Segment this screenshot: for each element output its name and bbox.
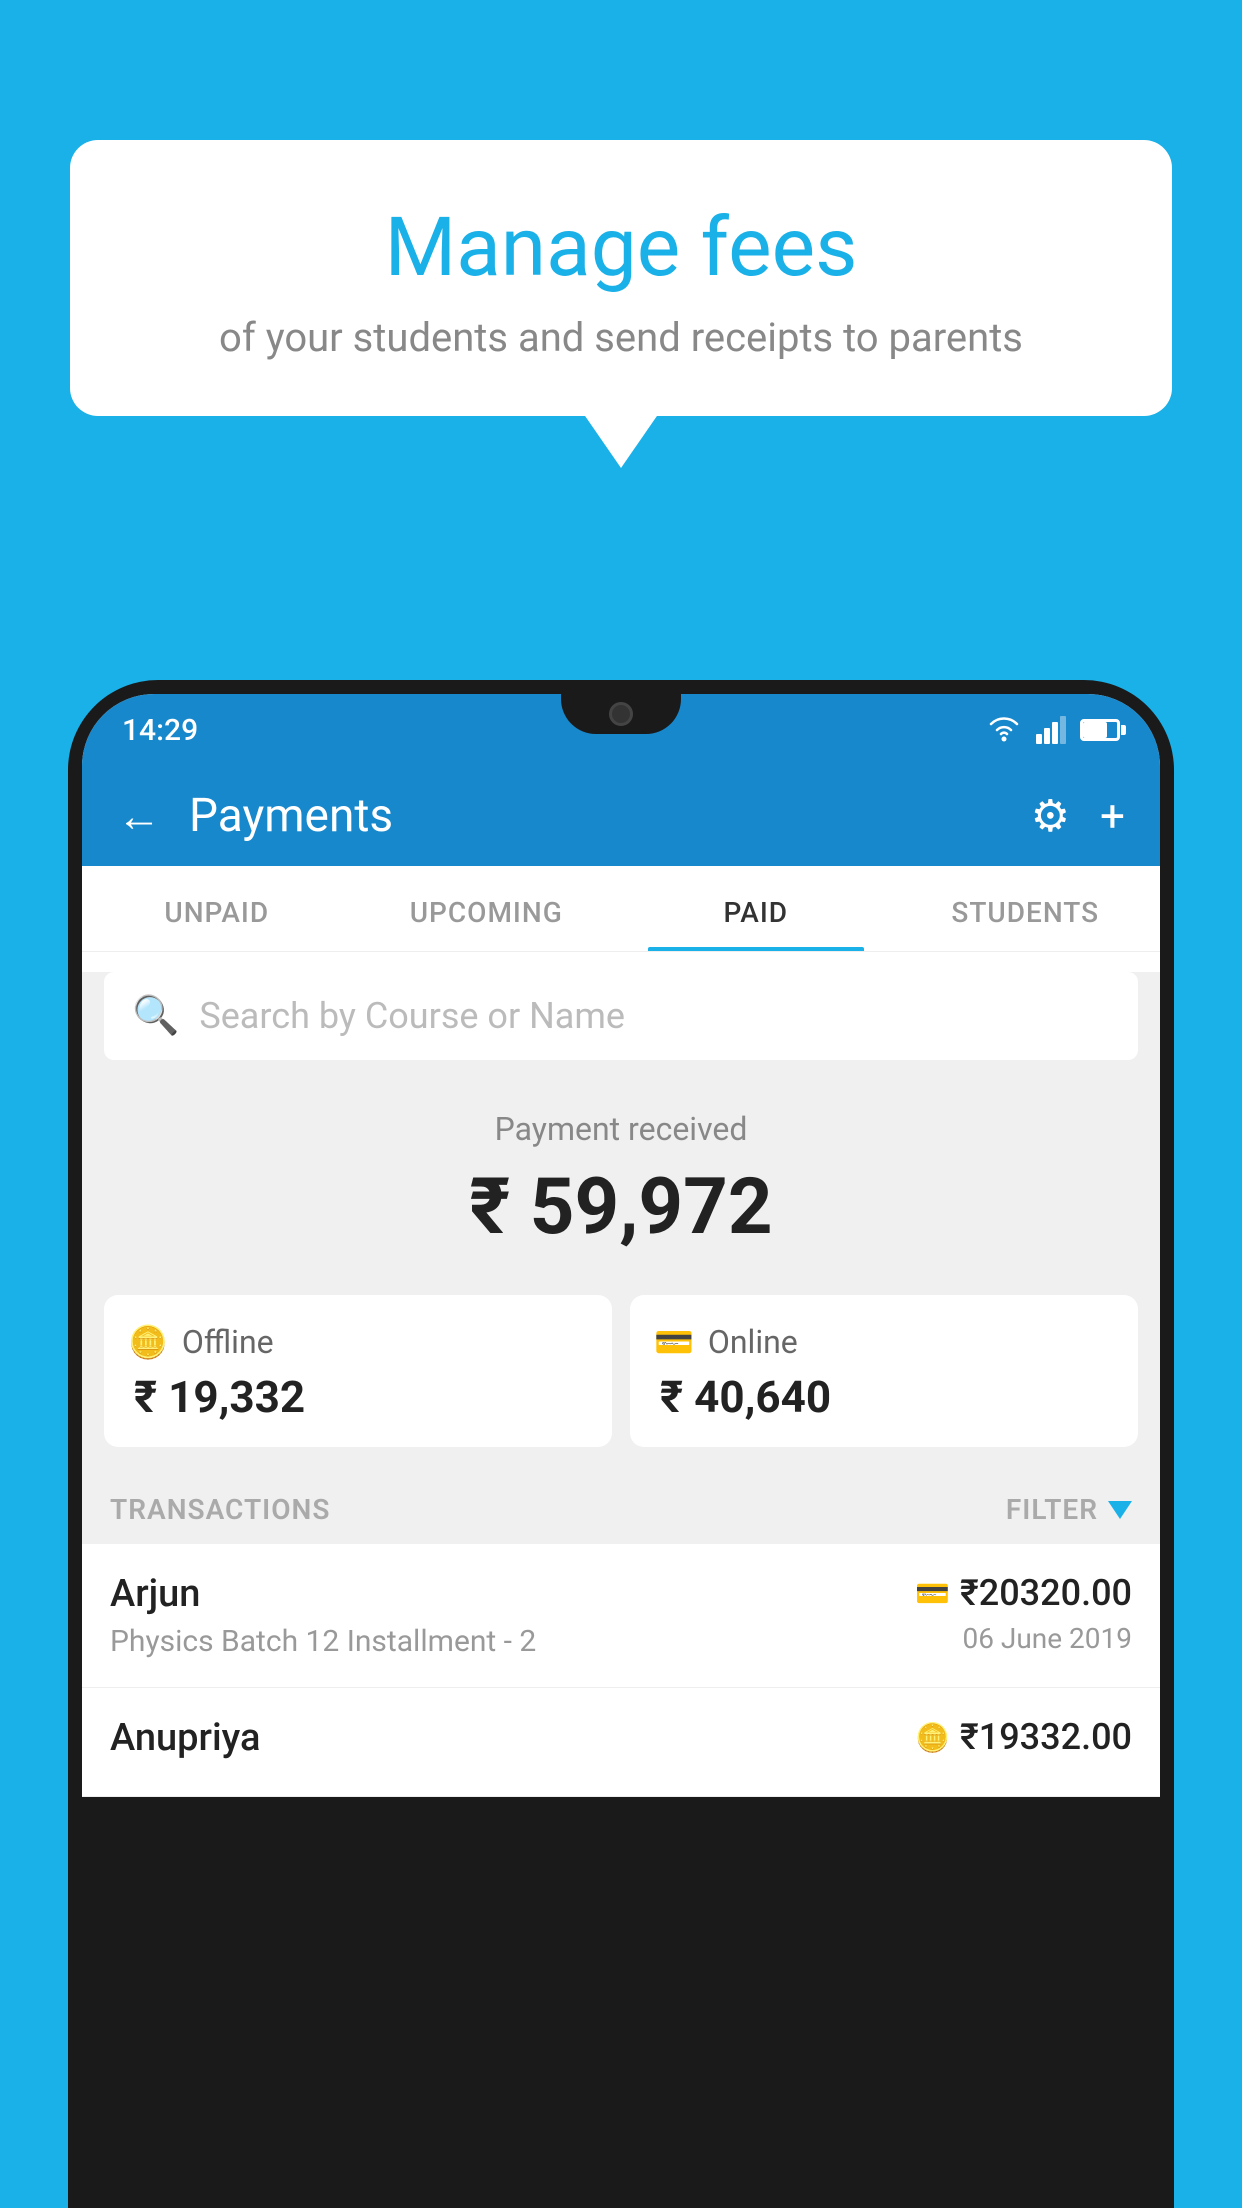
transaction-item[interactable]: Arjun Physics Batch 12 Installment - 2 💳… [82, 1544, 1160, 1688]
transaction-name: Arjun [110, 1572, 915, 1616]
battery-icon [1080, 719, 1120, 741]
offline-icon: 🪙 [128, 1323, 168, 1361]
payment-received-label: Payment received [82, 1110, 1160, 1148]
offline-card-header: 🪙 Offline [128, 1323, 588, 1361]
tab-paid[interactable]: PAID [621, 866, 891, 951]
back-button[interactable]: ← [117, 794, 161, 838]
offline-amount: ₹ 19,332 [128, 1371, 588, 1423]
transaction-left: Arjun Physics Batch 12 Installment - 2 [110, 1572, 915, 1659]
tab-unpaid[interactable]: UNPAID [82, 866, 352, 951]
transactions-label: TRANSACTIONS [110, 1493, 330, 1526]
amount-value: ₹20320.00 [960, 1572, 1132, 1614]
amount-value: ₹19332.00 [960, 1716, 1132, 1758]
transaction-name: Anupriya [110, 1716, 915, 1760]
transaction-amount: 🪙 ₹19332.00 [915, 1716, 1132, 1758]
header-title: Payments [189, 789, 1003, 843]
search-placeholder-text: Search by Course or Name [199, 995, 625, 1037]
transaction-right: 💳 ₹20320.00 06 June 2019 [915, 1572, 1132, 1655]
transaction-desc: Physics Batch 12 Installment - 2 [110, 1624, 915, 1659]
filter-button[interactable]: FILTER [1006, 1493, 1132, 1526]
signal-icon [1036, 716, 1066, 744]
offline-label: Offline [182, 1323, 274, 1361]
online-label: Online [708, 1323, 798, 1361]
app-header: ← Payments ⚙ + [82, 766, 1160, 866]
speech-bubble-title: Manage fees [120, 200, 1122, 296]
settings-button[interactable]: ⚙ [1031, 790, 1070, 842]
phone-notch [561, 694, 681, 734]
speech-bubble-subtitle: of your students and send receipts to pa… [120, 314, 1122, 361]
transaction-amount: 💳 ₹20320.00 [915, 1572, 1132, 1614]
payment-type-icon: 🪙 [915, 1721, 950, 1754]
speech-bubble: Manage fees of your students and send re… [70, 140, 1172, 416]
app-content: 🔍 Search by Course or Name Payment recei… [82, 972, 1160, 1797]
transaction-right: 🪙 ₹19332.00 [915, 1716, 1132, 1766]
online-card-header: 💳 Online [654, 1323, 1114, 1361]
add-button[interactable]: + [1100, 790, 1125, 842]
wifi-icon [986, 716, 1022, 744]
transaction-date: 06 June 2019 [915, 1622, 1132, 1655]
search-icon: 🔍 [132, 994, 179, 1038]
search-bar[interactable]: 🔍 Search by Course or Name [104, 972, 1138, 1060]
payment-type-icon: 💳 [915, 1577, 950, 1610]
status-bar: 14:29 [82, 694, 1160, 766]
transactions-header: TRANSACTIONS FILTER [82, 1475, 1160, 1544]
online-amount: ₹ 40,640 [654, 1371, 1114, 1423]
tabs-bar: UNPAID UPCOMING PAID STUDENTS [82, 866, 1160, 952]
status-time: 14:29 [122, 713, 198, 748]
filter-icon [1108, 1501, 1132, 1519]
filter-text: FILTER [1006, 1493, 1098, 1526]
payment-cards: 🪙 Offline ₹ 19,332 💳 Online ₹ 40,640 [82, 1273, 1160, 1475]
transaction-item[interactable]: Anupriya 🪙 ₹19332.00 [82, 1688, 1160, 1797]
transaction-left: Anupriya [110, 1716, 915, 1768]
tab-students[interactable]: STUDENTS [891, 866, 1161, 951]
status-icons [986, 716, 1120, 744]
online-card: 💳 Online ₹ 40,640 [630, 1295, 1138, 1447]
payment-total-amount: ₹ 59,972 [82, 1162, 1160, 1253]
notch-camera [609, 702, 633, 726]
header-icons: ⚙ + [1031, 790, 1125, 842]
tab-upcoming[interactable]: UPCOMING [352, 866, 622, 951]
offline-card: 🪙 Offline ₹ 19,332 [104, 1295, 612, 1447]
phone-frame: 14:29 [68, 680, 1174, 2208]
payment-summary: Payment received ₹ 59,972 [82, 1080, 1160, 1273]
phone-screen: 14:29 [82, 694, 1160, 1797]
online-icon: 💳 [654, 1323, 694, 1361]
